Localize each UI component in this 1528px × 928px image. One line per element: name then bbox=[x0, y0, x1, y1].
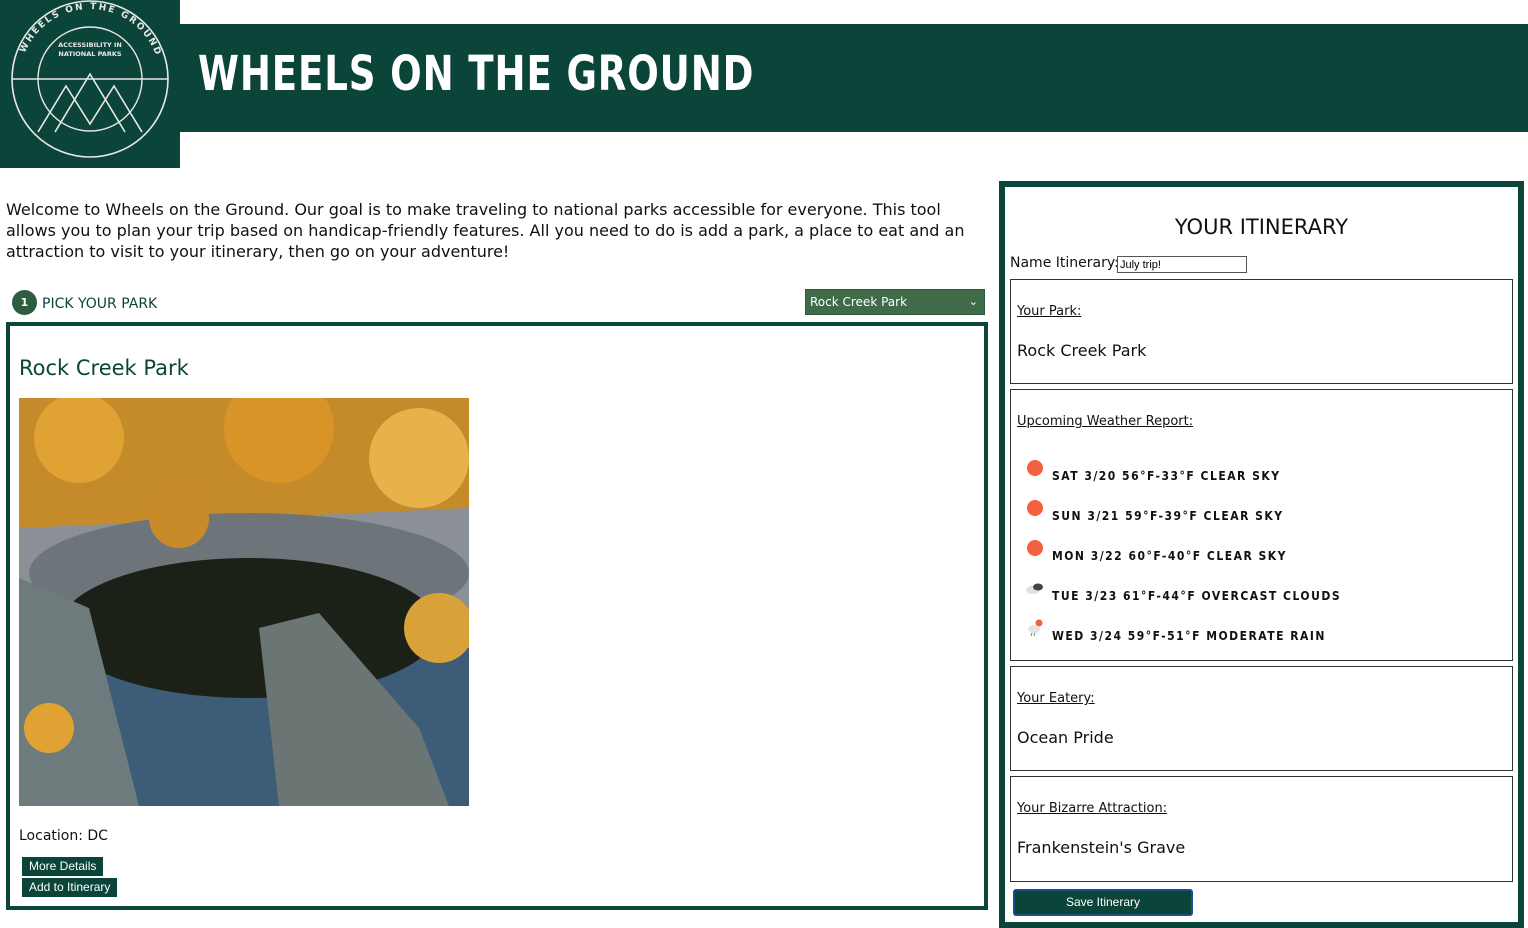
weather-report-box: Upcoming Weather Report: SAT 3/20 56°F-3… bbox=[1010, 389, 1513, 661]
your-eatery-value: Ocean Pride bbox=[1017, 728, 1114, 747]
itinerary-name-row: Name Itinerary: bbox=[1010, 255, 1247, 273]
add-to-itinerary-button[interactable]: Add to Itinerary bbox=[21, 877, 119, 898]
step-label: PICK YOUR PARK bbox=[42, 296, 158, 312]
your-eatery-box: Your Eatery: Ocean Pride bbox=[1010, 666, 1513, 771]
your-park-value: Rock Creek Park bbox=[1017, 341, 1147, 360]
save-itinerary-button[interactable]: Save Itinerary bbox=[1013, 889, 1193, 916]
weather-day: WED 3/24 59°F-51°F MODERATE RAIN bbox=[1025, 618, 1505, 648]
itinerary-panel: YOUR ITINERARY Name Itinerary: Your Park… bbox=[999, 181, 1524, 928]
logo-text-2: NATIONAL PARKS bbox=[58, 50, 121, 58]
weather-day: SUN 3/21 59°F-39°F CLEAR SKY bbox=[1025, 498, 1505, 528]
park-select[interactable]: Rock Creek Park ⌄ bbox=[805, 289, 985, 315]
sun-icon bbox=[1027, 500, 1043, 516]
pick-park-row: 1 PICK YOUR PARK Rock Creek Park ⌄ bbox=[12, 289, 986, 320]
site-logo[interactable]: WHEELS ON THE GROUND ACCESSIBILITY IN NA… bbox=[0, 0, 180, 168]
park-location: Location: DC bbox=[19, 828, 108, 844]
your-park-box: Your Park: Rock Creek Park bbox=[1010, 279, 1513, 384]
weather-text: SAT 3/20 56°F-33°F CLEAR SKY bbox=[1052, 469, 1281, 483]
weather-text: SUN 3/21 59°F-39°F CLEAR SKY bbox=[1052, 509, 1284, 523]
rain-icon bbox=[1028, 619, 1043, 637]
weather-day: MON 3/22 60°F-40°F CLEAR SKY bbox=[1025, 538, 1505, 568]
itinerary-title: YOUR ITINERARY bbox=[1174, 215, 1349, 239]
weather-report-label: Upcoming Weather Report: bbox=[1017, 414, 1194, 429]
your-park-label: Your Park: bbox=[1017, 304, 1082, 319]
chevron-down-icon: ⌄ bbox=[968, 295, 978, 308]
itinerary-name-input[interactable] bbox=[1117, 256, 1247, 273]
header-banner: WHEELS ON THE GROUND bbox=[180, 24, 1528, 132]
weather-day: SAT 3/20 56°F-33°F CLEAR SKY bbox=[1025, 458, 1505, 488]
logo-text-1: ACCESSIBILITY IN bbox=[58, 41, 122, 49]
itinerary-name-label: Name Itinerary: bbox=[1010, 255, 1119, 271]
your-attraction-box: Your Bizarre Attraction: Frankenstein's … bbox=[1010, 776, 1513, 882]
your-attraction-value: Frankenstein's Grave bbox=[1017, 838, 1186, 857]
weather-day: TUE 3/23 61°F-44°F OVERCAST CLOUDS bbox=[1025, 578, 1505, 608]
intro-text: Welcome to Wheels on the Ground. Our goa… bbox=[6, 200, 965, 261]
weather-text: MON 3/22 60°F-40°F CLEAR SKY bbox=[1052, 549, 1287, 563]
sun-icon bbox=[1027, 540, 1043, 556]
park-photo bbox=[19, 398, 469, 806]
park-name: Rock Creek Park bbox=[19, 356, 189, 380]
weather-text: WED 3/24 59°F-51°F MODERATE RAIN bbox=[1052, 629, 1326, 643]
park-select-value: Rock Creek Park bbox=[810, 295, 908, 309]
sun-icon bbox=[1027, 460, 1043, 476]
your-eatery-label: Your Eatery: bbox=[1017, 691, 1095, 706]
more-details-button[interactable]: More Details bbox=[21, 856, 105, 877]
park-card: Rock Creek Park Location: DC More Detail… bbox=[6, 322, 988, 910]
weather-text: TUE 3/23 61°F-44°F OVERCAST CLOUDS bbox=[1052, 589, 1342, 603]
site-title: WHEELS ON THE GROUND bbox=[198, 46, 755, 102]
step-number-badge: 1 bbox=[12, 290, 37, 315]
clouds-icon bbox=[1026, 583, 1043, 594]
your-attraction-label: Your Bizarre Attraction: bbox=[1017, 801, 1168, 816]
